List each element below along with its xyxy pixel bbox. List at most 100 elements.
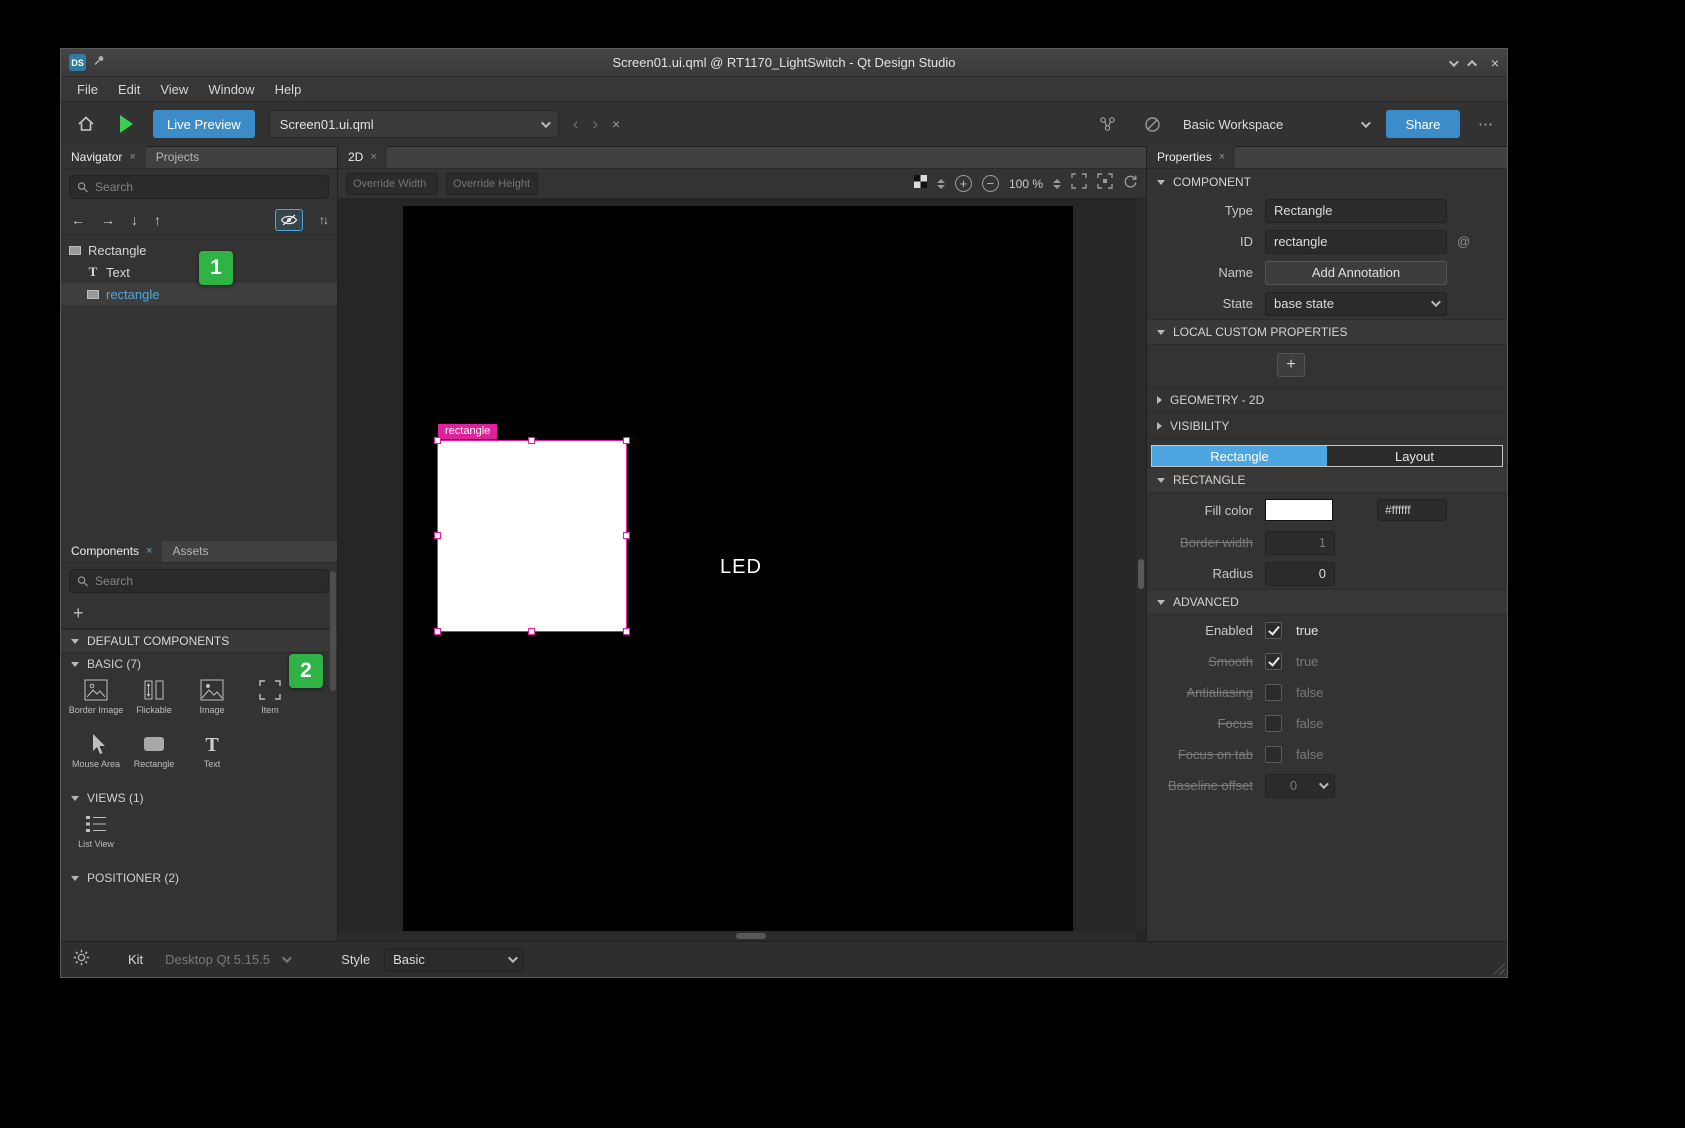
annotation-at-icon[interactable]: @ [1457, 234, 1470, 249]
tab-components[interactable]: Components × [61, 540, 162, 562]
baseline-offset-field[interactable]: 0 [1265, 774, 1335, 798]
component-section-header[interactable]: COMPONENT [1147, 169, 1507, 195]
more-options-button[interactable]: ⋯ [1478, 115, 1495, 133]
fill-color-hex-field[interactable]: #ffffff [1377, 499, 1447, 521]
horizontal-scrollbar[interactable] [338, 931, 1136, 941]
toggle-visibility-button[interactable] [275, 209, 303, 231]
annotations-graph-icon[interactable] [1095, 111, 1121, 137]
expand-window-icon[interactable] [1470, 54, 1477, 72]
add-module-button[interactable]: + [73, 603, 84, 624]
geometry-section-header[interactable]: GEOMETRY - 2D [1147, 387, 1507, 413]
override-height-input[interactable] [446, 173, 538, 195]
positioner-section-header[interactable]: POSITIONER (2) [61, 867, 337, 889]
selection-handle[interactable] [434, 437, 441, 444]
reload-view-button[interactable] [1123, 174, 1138, 194]
close-icon[interactable]: × [146, 545, 152, 557]
tab-rectangle-properties[interactable]: Rectangle [1152, 446, 1327, 466]
close-window-icon[interactable]: × [1491, 56, 1499, 70]
add-annotation-button[interactable]: Add Annotation [1265, 261, 1447, 285]
settings-button[interactable] [73, 949, 90, 971]
menu-help[interactable]: Help [265, 77, 312, 101]
component-rectangle[interactable]: Rectangle [125, 731, 183, 785]
menu-edit[interactable]: Edit [108, 77, 150, 101]
tree-item-rectangle[interactable]: rectangle [61, 283, 337, 305]
close-icon[interactable]: × [1219, 151, 1225, 163]
resize-grip[interactable] [1491, 961, 1505, 975]
selection-handle[interactable] [434, 628, 441, 635]
selection-handle[interactable] [528, 437, 535, 444]
components-search-input[interactable] [95, 574, 321, 588]
kit-selector[interactable]: Desktop Qt 5.15.5 [157, 948, 297, 972]
menu-view[interactable]: View [150, 77, 198, 101]
add-custom-property-button[interactable]: + [1277, 353, 1305, 377]
text-item-led[interactable]: LED [720, 556, 762, 579]
focus-checkbox[interactable] [1265, 715, 1282, 732]
component-image[interactable]: Image [183, 677, 241, 731]
selection-handle[interactable] [623, 628, 630, 635]
menu-file[interactable]: File [67, 77, 108, 101]
enabled-checkbox[interactable] [1265, 622, 1282, 639]
no-errors-icon[interactable] [1139, 111, 1165, 137]
component-list-view[interactable]: List View [67, 811, 125, 865]
border-width-field[interactable]: 1 [1265, 531, 1335, 555]
component-text[interactable]: T Text [183, 731, 241, 785]
selection-handle[interactable] [623, 437, 630, 444]
selection-handle[interactable] [623, 532, 630, 539]
close-icon[interactable]: × [370, 151, 376, 163]
qml-root-canvas[interactable]: LED rectangle [403, 206, 1073, 931]
background-color-toggle[interactable] [914, 175, 927, 193]
tab-2d[interactable]: 2D × [338, 146, 387, 168]
zoom-in-button[interactable]: + [955, 175, 972, 192]
background-spin-icon[interactable] [937, 179, 945, 189]
reverse-order-icon[interactable]: ↑↓ [319, 213, 327, 227]
visibility-section-header[interactable]: VISIBILITY [1147, 413, 1507, 439]
workspace-selector[interactable]: Basic Workspace [1183, 117, 1368, 132]
local-custom-properties-header[interactable]: LOCAL CUSTOM PROPERTIES [1147, 319, 1507, 345]
share-button[interactable]: Share [1386, 110, 1460, 138]
rectangle-section-header[interactable]: RECTANGLE [1147, 467, 1507, 493]
scrollbar-thumb[interactable] [736, 933, 766, 939]
views-section-header[interactable]: VIEWS (1) [61, 787, 337, 809]
collapse-window-icon[interactable] [1449, 54, 1456, 72]
forward-button[interactable]: › [592, 114, 598, 134]
components-scrollbar[interactable] [330, 571, 336, 691]
move-up-icon[interactable]: ↑ [154, 212, 161, 228]
tab-assets[interactable]: Assets [162, 540, 218, 562]
component-border-image[interactable]: Border Image [67, 677, 125, 731]
scrollbar-thumb[interactable] [1138, 559, 1144, 589]
zoom-out-button[interactable]: − [982, 175, 999, 192]
components-search[interactable] [69, 569, 329, 593]
selection-handle[interactable] [434, 532, 441, 539]
radius-field[interactable]: 0 [1265, 562, 1335, 586]
selection-handle[interactable] [528, 628, 535, 635]
override-width-input[interactable] [346, 173, 438, 195]
tab-navigator[interactable]: Navigator × [61, 146, 146, 168]
fit-selection-button[interactable] [1097, 173, 1113, 194]
close-icon[interactable]: × [129, 151, 135, 163]
antialiasing-checkbox[interactable] [1265, 684, 1282, 701]
focus-on-tab-checkbox[interactable] [1265, 746, 1282, 763]
run-project-button[interactable] [113, 111, 139, 137]
home-button[interactable] [73, 111, 99, 137]
smooth-checkbox[interactable] [1265, 653, 1282, 670]
default-components-header[interactable]: DEFAULT COMPONENTS [61, 629, 337, 653]
state-dropdown[interactable]: base state [1265, 292, 1447, 316]
menu-window[interactable]: Window [198, 77, 264, 101]
live-preview-button[interactable]: Live Preview [153, 110, 255, 138]
component-flickable[interactable]: Flickable [125, 677, 183, 731]
fill-color-swatch[interactable] [1265, 499, 1333, 521]
fit-screen-button[interactable] [1071, 173, 1087, 194]
style-selector[interactable]: Basic [384, 948, 524, 972]
selected-rectangle[interactable] [438, 441, 626, 631]
pin-icon[interactable] [92, 54, 105, 72]
document-selector[interactable]: Screen01.ui.qml [269, 110, 559, 138]
advanced-section-header[interactable]: ADVANCED [1147, 589, 1507, 615]
titlebar[interactable]: DS Screen01.ui.qml @ RT1170_LightSwitch … [61, 49, 1507, 77]
move-right-icon[interactable]: → [101, 212, 115, 228]
type-field[interactable]: Rectangle [1265, 199, 1447, 223]
tab-properties[interactable]: Properties × [1147, 146, 1235, 168]
zoom-spin-icon[interactable] [1053, 179, 1061, 189]
component-mouse-area[interactable]: Mouse Area [67, 731, 125, 785]
back-button[interactable]: ‹ [573, 114, 579, 134]
canvas-viewport[interactable]: LED rectangle [338, 199, 1146, 941]
